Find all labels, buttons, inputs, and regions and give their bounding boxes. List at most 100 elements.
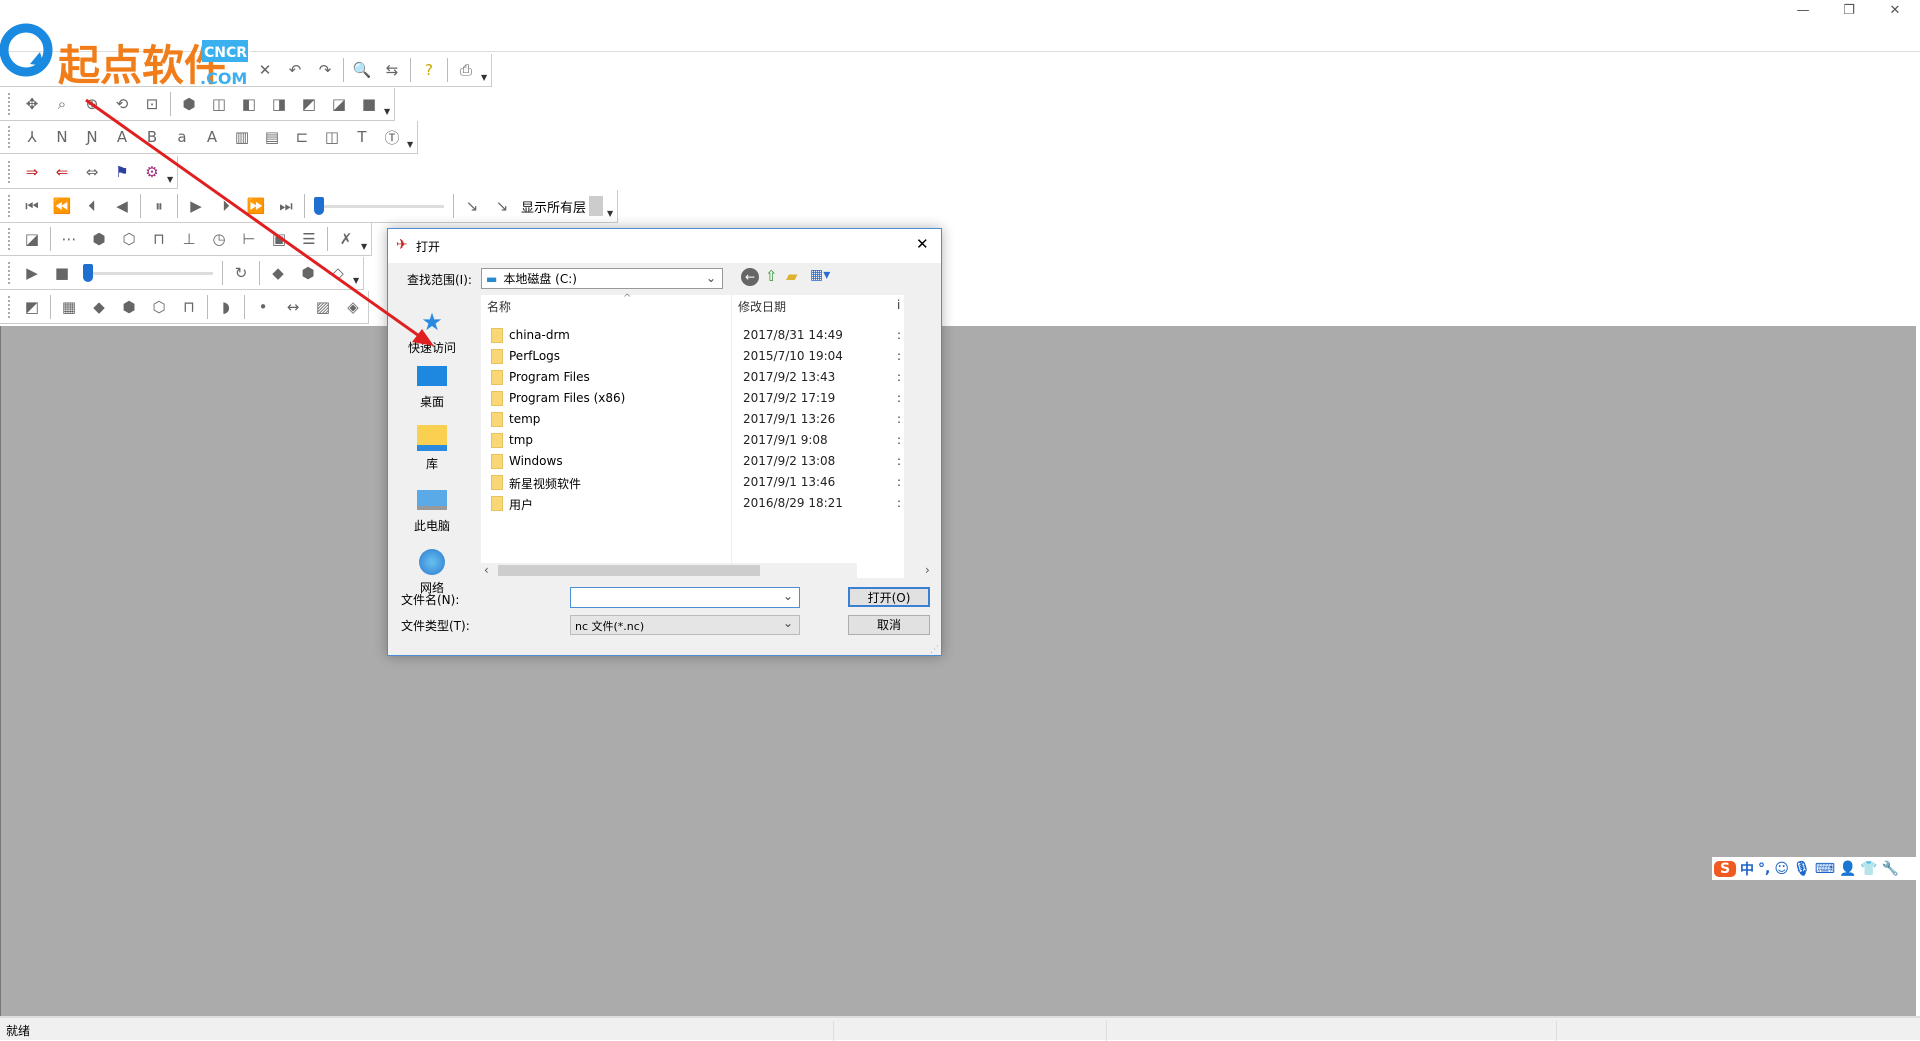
column-header-name[interactable]: 名称 xyxy=(487,298,511,316)
compass-icon[interactable]: ⅄ xyxy=(17,124,47,150)
toolbar-grip[interactable] xyxy=(8,93,11,115)
bottom-view-icon[interactable]: ■ xyxy=(354,91,384,117)
toolbar-overflow-icon[interactable]: ▼ xyxy=(353,276,363,285)
stock3-icon[interactable]: ◇ xyxy=(323,260,353,286)
ime-punct[interactable]: °, xyxy=(1758,861,1770,877)
left-view-icon[interactable]: ◩ xyxy=(294,91,324,117)
axis-icon[interactable]: • xyxy=(248,294,278,320)
a-to-b-icon[interactable]: A xyxy=(107,124,137,150)
settings-icon[interactable]: ⚙ xyxy=(137,159,167,185)
tool-icon[interactable]: ⊏ xyxy=(287,124,317,150)
print-icon[interactable]: ⎙ xyxy=(451,57,481,83)
toolbar-overflow-icon[interactable]: ▼ xyxy=(607,209,617,218)
send-icon[interactable]: ⇒ xyxy=(17,159,47,185)
toolbar-overflow-icon[interactable]: ▼ xyxy=(167,175,177,184)
n-number-icon[interactable]: N xyxy=(47,124,77,150)
toolbar-grip[interactable] xyxy=(8,195,11,217)
image-icon[interactable]: ▣ xyxy=(264,226,294,252)
fixture-icon[interactable]: ⊥ xyxy=(174,226,204,252)
mirror-icon[interactable]: ◫ xyxy=(317,124,347,150)
up-folder-icon[interactable]: ⇧ xyxy=(765,267,778,285)
new-folder-icon[interactable]: ▰ xyxy=(786,267,798,285)
refresh-icon[interactable]: ↻ xyxy=(226,260,256,286)
flag-icon[interactable]: ⚑ xyxy=(107,159,137,185)
column-header-date[interactable]: 修改日期 xyxy=(738,298,786,316)
solid-icon[interactable]: ◆ xyxy=(84,294,114,320)
file-row[interactable]: tmp 2017/9/1 9:08: xyxy=(481,430,904,451)
file-row[interactable]: 用户 2016/8/29 18:21: xyxy=(481,493,904,514)
last-icon[interactable]: ⏭ xyxy=(271,193,301,219)
stock-icon[interactable]: ◆ xyxy=(263,260,293,286)
cancel-button[interactable]: 取消 xyxy=(848,615,930,635)
close-window-button[interactable]: ✕ xyxy=(1872,0,1918,22)
measure-icon[interactable]: ⊢ xyxy=(234,226,264,252)
step-back-block-icon[interactable]: ⏪ xyxy=(47,193,77,219)
scroll-right-icon[interactable]: › xyxy=(925,563,930,577)
keyboard-icon[interactable]: ⌨ xyxy=(1815,861,1835,877)
compare-icon[interactable]: ◈ xyxy=(338,294,368,320)
file-row[interactable]: Program Files 2017/9/2 13:43: xyxy=(481,367,904,388)
wrench-icon[interactable]: 🔧 xyxy=(1882,861,1899,877)
dialog-close-button[interactable]: ✕ xyxy=(916,235,929,253)
chevron-down-icon[interactable]: ⌄ xyxy=(783,589,793,603)
file-row[interactable]: china-drm 2017/8/31 14:49: xyxy=(481,325,904,346)
tool2-icon[interactable]: ⊓ xyxy=(174,294,204,320)
a-b-swap-icon[interactable]: B xyxy=(137,124,167,150)
stop-icon[interactable]: ■ xyxy=(47,260,77,286)
column2-icon[interactable]: ▤ xyxy=(257,124,287,150)
toolbar-overflow-icon[interactable]: ▼ xyxy=(407,140,417,149)
step-forward-icon[interactable]: ⏩ xyxy=(241,193,271,219)
microphone-icon[interactable]: 🎙 xyxy=(1793,861,1811,877)
section-icon[interactable]: ◩ xyxy=(17,294,47,320)
file-row[interactable]: 新星视频软件 2017/9/1 13:46: xyxy=(481,472,904,493)
redo-icon[interactable]: ↷ xyxy=(310,57,340,83)
clear-icon[interactable]: ✗ xyxy=(331,226,361,252)
filename-input[interactable]: ⌄ xyxy=(570,587,800,608)
speed-slider[interactable] xyxy=(314,193,444,219)
layer-select[interactable]: 显示所有层 xyxy=(517,196,607,216)
find-replace-icon[interactable]: ⇆ xyxy=(377,57,407,83)
prev-icon[interactable]: ⏴ xyxy=(77,193,107,219)
ime-lang[interactable]: 中 xyxy=(1740,859,1754,879)
solid-sub-icon[interactable]: ⬡ xyxy=(114,226,144,252)
xyz-icon[interactable]: ↘ xyxy=(487,193,517,219)
file-row[interactable]: Program Files (x86) 2017/9/2 17:19: xyxy=(481,388,904,409)
tool-holder-icon[interactable]: ⊓ xyxy=(144,226,174,252)
toolbar-overflow-icon[interactable]: ▼ xyxy=(384,107,394,116)
column-icon[interactable]: ▥ xyxy=(227,124,257,150)
step-back-icon[interactable]: ◀ xyxy=(107,193,137,219)
toolbar-grip[interactable] xyxy=(8,228,11,250)
back-view-icon[interactable]: ◪ xyxy=(324,91,354,117)
tool-path-icon[interactable]: ↘ xyxy=(457,193,487,219)
toolbar-grip[interactable] xyxy=(8,262,11,284)
grid-icon[interactable]: ▦ xyxy=(54,294,84,320)
file-row[interactable]: Windows 2017/9/2 13:08: xyxy=(481,451,904,472)
transfer-icon[interactable]: ⇔ xyxy=(77,159,107,185)
toolbar-overflow-icon[interactable]: ▼ xyxy=(361,242,371,251)
toolbar-grip[interactable] xyxy=(8,161,11,183)
next-icon[interactable]: ⏵ xyxy=(211,193,241,219)
close-icon[interactable]: ✕ xyxy=(250,57,280,83)
play-sim-icon[interactable]: ▶ xyxy=(17,260,47,286)
dimension-icon[interactable]: ↔ xyxy=(278,294,308,320)
layer-dropdown-button[interactable] xyxy=(589,196,604,216)
file-row[interactable]: PerfLogs 2015/7/10 19:04: xyxy=(481,346,904,367)
help-icon[interactable]: ? xyxy=(414,57,444,83)
open-button[interactable]: 打开(O) xyxy=(848,587,930,607)
upper-to-lower-icon[interactable]: A xyxy=(197,124,227,150)
view-menu-icon[interactable]: ▦▾ xyxy=(810,267,830,283)
scroll-left-icon[interactable]: ‹ xyxy=(484,563,489,577)
resize-grip-icon[interactable]: ⋰ xyxy=(930,645,939,655)
place-this-pc[interactable]: 此电脑 xyxy=(388,487,476,534)
horizontal-scrollbar[interactable]: ‹ › xyxy=(481,563,930,578)
text-rotate-icon[interactable]: Ⓣ xyxy=(377,124,407,150)
back-icon[interactable]: ← xyxy=(741,268,759,286)
minimize-button[interactable]: — xyxy=(1780,0,1826,22)
hatch-icon[interactable]: ▨ xyxy=(308,294,338,320)
undo-icon[interactable]: ↶ xyxy=(280,57,310,83)
text-icon[interactable]: T xyxy=(347,124,377,150)
toolbar-overflow-icon[interactable]: ▼ xyxy=(481,73,491,82)
scrollbar-thumb[interactable] xyxy=(498,565,760,576)
speed-slider[interactable] xyxy=(83,260,213,286)
stock2-icon[interactable]: ⬢ xyxy=(293,260,323,286)
